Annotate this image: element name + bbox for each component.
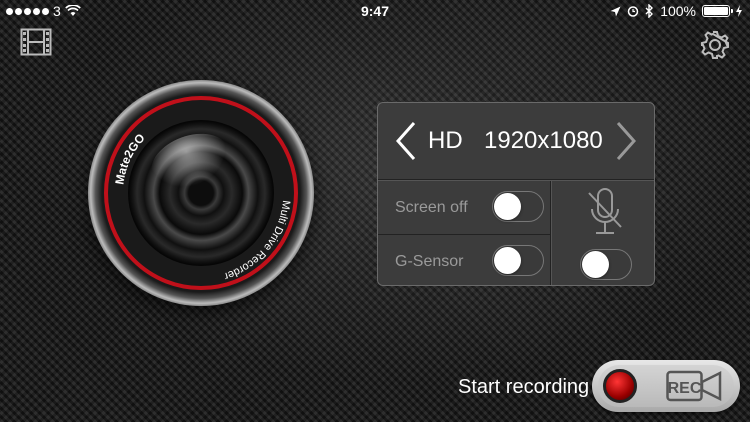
lens-subtitle: Multi Drive Recorder xyxy=(222,200,292,283)
record-dot-icon xyxy=(603,369,637,403)
rec-camera-icon: REC xyxy=(666,370,722,402)
screen-off-label: Screen off xyxy=(395,199,468,216)
g-sensor-option: G-Sensor xyxy=(378,235,550,285)
g-sensor-label: G-Sensor xyxy=(395,253,464,270)
alarm-icon xyxy=(627,6,639,17)
status-bar: 3 9:47 100% xyxy=(0,0,750,22)
chevron-left-icon[interactable] xyxy=(392,121,420,161)
recording-settings-panel: HD 1920x1080 Screen off G-Sensor xyxy=(377,102,655,286)
resolution-selector: HD 1920x1080 xyxy=(378,103,654,180)
svg-text:Multi Drive Recorder: Multi Drive Recorder xyxy=(222,200,292,283)
mic-off-icon xyxy=(588,188,622,234)
gear-icon[interactable] xyxy=(700,30,730,60)
status-right: 100% xyxy=(610,3,742,19)
screen-off-option: Screen off xyxy=(378,181,550,235)
film-icon[interactable] xyxy=(20,28,52,56)
microphone-toggle[interactable] xyxy=(580,249,632,280)
g-sensor-toggle[interactable] xyxy=(492,245,544,276)
rec-camera-text: REC xyxy=(668,380,702,397)
bluetooth-icon xyxy=(645,4,654,18)
lens-graphic: Mate2GO Multi Drive Recorder xyxy=(88,80,314,306)
chevron-right-icon[interactable] xyxy=(612,121,640,161)
resolution-quality: HD xyxy=(428,127,463,154)
location-icon xyxy=(610,6,621,16)
charging-icon xyxy=(736,5,742,17)
resolution-size: 1920x1080 xyxy=(484,127,603,154)
svg-text:Mate2GO: Mate2GO xyxy=(112,131,147,186)
lens-brand: Mate2GO xyxy=(112,131,147,186)
battery-percent: 100% xyxy=(660,3,696,19)
screen-off-toggle[interactable] xyxy=(492,191,544,222)
panel-divider xyxy=(550,181,551,285)
start-recording-button[interactable]: REC xyxy=(592,360,740,412)
start-recording-label: Start recording xyxy=(458,376,590,398)
battery-icon xyxy=(702,5,733,17)
